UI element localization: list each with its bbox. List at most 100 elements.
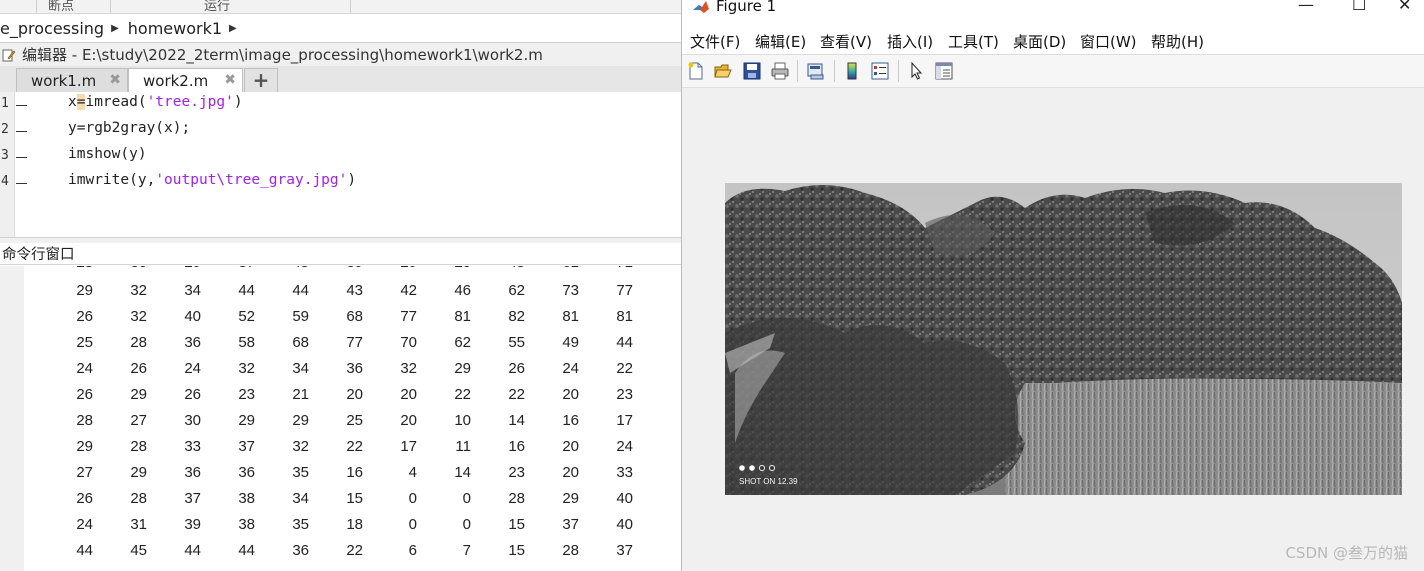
matrix-row: 29 28 33 37 32 22 17 11 16 20 24 [0,438,681,464]
matrix-cell: 20 [346,386,363,403]
menu-desktop[interactable]: 桌面(D) [1013,31,1066,52]
matrix-row: 27 29 36 36 35 16 4 14 23 20 33 [0,464,681,490]
matrix-cell: 39 [323,266,363,271]
tab-work1[interactable]: work1.m ✖ [16,68,128,92]
menu-file[interactable]: 文件(F) [690,31,740,52]
breakpoint-dash[interactable] [16,105,27,106]
matrix-cell: 18 [346,516,363,533]
matrix-cell: 77 [616,282,633,299]
matrix-cell: 61 [539,266,579,271]
matrix-cell: 45 [485,266,525,271]
menu-window[interactable]: 窗口(W) [1080,31,1137,52]
matrix-cell: 32 [130,282,147,299]
matrix-cell: 0 [408,516,417,533]
matrix-cell: 15 [508,516,525,533]
toolbar-separator [797,60,798,82]
matrix-cell: 26 [184,386,201,403]
menu-help[interactable]: 帮助(H) [1151,31,1204,52]
code-text: ) [233,94,243,110]
matrix-cell: 23 [238,386,255,403]
add-tab-button[interactable]: + [244,68,278,92]
matrix-cell: 35 [292,464,309,481]
matrix-cell: 32 [130,308,147,325]
matrix-cell: 28 [76,412,93,429]
breakpoint-dash[interactable] [16,131,27,132]
matrix-row: 28 27 30 29 29 25 20 10 14 16 17 [0,412,681,438]
breadcrumb-arrow-icon[interactable]: ▶ [111,23,119,34]
breadcrumb-folder-processing[interactable]: e_processing [0,19,104,38]
tab-close-icon[interactable]: ✖ [224,72,236,88]
maximize-button[interactable]: ☐ [1352,0,1366,14]
matrix-cell: 55 [508,334,525,351]
matrix-cell: 29 [377,266,417,271]
print-icon[interactable] [770,61,790,81]
matrix-cell: 24 [76,360,93,377]
matrix-cell: 81 [616,308,633,325]
line-number: 1 [1,96,9,111]
matrix-cell: 30 [184,412,201,429]
code-text: x [68,94,77,110]
code-line[interactable]: imshow(y) [68,146,147,162]
menu-edit[interactable]: 编辑(E) [755,31,806,52]
menu-view[interactable]: 查看(V) [820,31,872,52]
menu-tools[interactable]: 工具(T) [948,31,999,52]
matrix-cell: 44 [616,334,633,351]
matrix-cell: 68 [346,308,363,325]
matrix-cell: 39 [184,516,201,533]
matrix-cell: 28 [508,490,525,507]
code-line[interactable]: y=rgb2gray(x); [68,120,190,136]
legend-icon[interactable] [870,61,890,81]
matrix-cell: 20 [562,464,579,481]
print-preview-icon[interactable] [806,61,826,81]
matrix-cell: 0 [462,490,471,507]
save-icon[interactable] [742,61,762,81]
matrix-row: 28 30 29 37 45 39 29 20 45 61 71 [0,266,681,280]
matrix-cell: 34 [292,490,309,507]
toolstrip-divider [350,0,351,13]
matrix-cell: 22 [346,542,363,559]
code-line[interactable]: imwrite(y,'output\tree_gray.jpg') [68,172,356,188]
colorbar-icon[interactable] [842,61,862,81]
tab-work2[interactable]: work2.m ✖ [128,68,243,93]
grayscale-tree-image[interactable]: SHOT ON 12.39 [725,183,1402,495]
editor-icon [2,48,16,62]
matrix-cell: 70 [400,334,417,351]
matrix-cell: 20 [400,412,417,429]
matrix-cell: 22 [454,386,471,403]
tab-close-icon[interactable]: ✖ [109,72,121,88]
matrix-cell: 26 [76,386,93,403]
string-literal: 'output\tree_gray.jpg' [155,172,348,188]
matrix-cell: 29 [238,412,255,429]
new-file-icon[interactable] [686,61,706,81]
menu-insert[interactable]: 插入(I) [887,31,933,52]
toolbar-separator [834,60,835,82]
minimize-button[interactable]: — [1298,0,1314,14]
property-editor-icon[interactable] [934,61,954,81]
toolbar-separator [898,60,899,82]
matrix-cell: 4 [408,464,417,481]
page-dot [749,465,755,471]
matrix-cell: 45 [269,266,309,271]
matlab-desktop: 断点 运行 e_processing ▶ homework1 ▶ 编辑器 - E… [0,0,681,571]
close-button[interactable]: ✕ [1398,0,1411,14]
matrix-cell: 21 [292,386,309,403]
current-folder-breadcrumb[interactable]: e_processing ▶ homework1 ▶ [0,14,681,43]
matrix-cell: 27 [76,464,93,481]
page-dot [739,465,745,471]
breadcrumb-folder-homework1[interactable]: homework1 [128,19,222,38]
matrix-cell: 26 [508,360,525,377]
editor-title-text: 编辑器 - E:\study\2022_2term\image_processi… [22,46,543,64]
breakpoint-dash[interactable] [16,157,27,158]
breakpoint-dash[interactable] [16,183,27,184]
open-folder-icon[interactable] [713,61,733,81]
code-line[interactable]: x=imread('tree.jpg') [68,94,243,110]
editor-tabs: work1.m ✖ work2.m ✖ + [0,66,681,93]
command-window[interactable]: 2830293745392920456171293234444443424662… [0,266,681,571]
matrix-cell: 81 [562,308,579,325]
pointer-icon[interactable] [906,61,926,81]
matrix-cell: 23 [616,386,633,403]
code-editor[interactable]: 1 x=imread('tree.jpg') 2 y=rgb2gray(x); … [0,92,681,237]
matrix-cell: 28 [562,542,579,559]
matrix-row: 26 32 40 52 59 68 77 81 82 81 81 [0,308,681,334]
breadcrumb-arrow-icon[interactable]: ▶ [229,23,237,34]
